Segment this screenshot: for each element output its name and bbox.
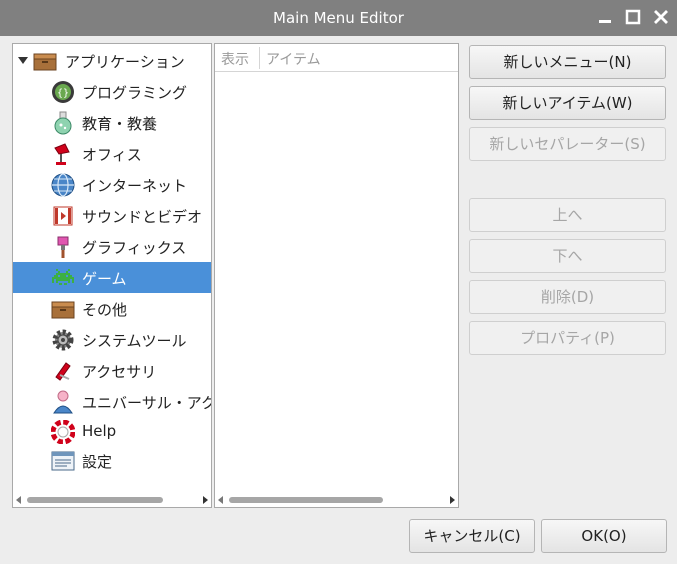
sound-video-icon [53, 206, 73, 226]
tree-item-label: システムツール [82, 332, 187, 350]
column-divider [259, 47, 260, 69]
tree-item-label: その他 [82, 301, 128, 319]
maximize-icon[interactable] [624, 8, 642, 26]
cancel-button[interactable]: キャンセル(C) [409, 519, 535, 553]
tree-item-label: プログラミング [82, 84, 188, 102]
applications-folder-icon [33, 53, 57, 71]
tree-root-applications[interactable]: アプリケーション [13, 45, 211, 76]
scroll-right-icon[interactable] [450, 496, 455, 504]
ok-button[interactable]: OK(O) [541, 519, 667, 553]
tree-root-label: アプリケーション [65, 53, 185, 71]
scrollbar-thumb[interactable] [27, 497, 163, 503]
new-menu-button[interactable]: 新しいメニュー(N) [469, 45, 666, 79]
scroll-left-icon[interactable] [16, 496, 21, 504]
menu-tree[interactable]: アプリケーション {} プログラミング 教育・教養 オフィス インターネット サ… [12, 43, 212, 508]
close-icon[interactable] [652, 8, 670, 26]
delete-button[interactable]: 削除(D) [469, 280, 666, 314]
minimize-icon[interactable] [596, 8, 614, 26]
programming-icon: {} [52, 81, 74, 103]
scrollbar-thumb[interactable] [229, 497, 383, 503]
tree-item-label: Help [82, 422, 117, 440]
new-separator-button[interactable]: 新しいセパレーター(S) [469, 127, 666, 161]
tree-item-programming[interactable]: {} プログラミング [13, 76, 211, 107]
tree-item-label: サウンドとビデオ [82, 208, 203, 226]
system-tools-icon [52, 329, 74, 351]
expander-down-icon[interactable] [18, 57, 28, 64]
settings-icon [51, 451, 75, 471]
tree-item-accessories[interactable]: アクセサリ [13, 355, 211, 386]
tree-item-label: アクセサリ [82, 363, 157, 381]
menu-items-list[interactable]: 表示 アイテム [214, 43, 459, 508]
graphics-icon [57, 236, 69, 258]
games-icon [52, 269, 74, 285]
tree-item-education[interactable]: 教育・教養 [13, 107, 211, 138]
tree-item-label: ゲーム [82, 270, 127, 288]
list-horizontal-scrollbar[interactable] [215, 493, 458, 507]
tree-item-label: 設定 [82, 453, 113, 471]
tree-item-label: インターネット [82, 177, 188, 195]
scroll-right-icon[interactable] [203, 496, 208, 504]
move-up-button[interactable]: 上へ [469, 198, 666, 232]
scroll-left-icon[interactable] [218, 496, 223, 504]
tree-item-office[interactable]: オフィス [13, 138, 211, 169]
tree-item-graphics[interactable]: グラフィックス [13, 231, 211, 262]
properties-button[interactable]: プロパティ(P) [469, 321, 666, 355]
internet-icon [51, 173, 75, 197]
column-item[interactable]: アイテム [266, 49, 321, 69]
tree-item-internet[interactable]: インターネット [13, 169, 211, 200]
tree-item-other[interactable]: その他 [13, 293, 211, 324]
tree-item-label: ユニバーサル・アクセス [82, 394, 211, 412]
move-down-button[interactable]: 下へ [469, 239, 666, 273]
tree-item-help[interactable]: Help [13, 416, 211, 447]
tree-item-label: 教育・教養 [82, 115, 158, 133]
column-show[interactable]: 表示 [221, 49, 249, 69]
tree-item-universal-access[interactable]: ユニバーサル・アクセス [13, 386, 211, 417]
universal-access-icon [53, 390, 73, 414]
title-bar: Main Menu Editor [0, 0, 677, 36]
tree-item-games[interactable]: ゲーム [13, 262, 211, 293]
svg-text:{}: {} [57, 88, 69, 99]
education-icon [54, 111, 72, 135]
tree-item-sound-video[interactable]: サウンドとビデオ [13, 200, 211, 231]
window-title: Main Menu Editor [273, 9, 404, 27]
tree-horizontal-scrollbar[interactable] [13, 493, 211, 507]
tree-item-label: オフィス [82, 146, 142, 164]
tree-item-label: グラフィックス [82, 239, 187, 257]
other-icon [51, 301, 75, 319]
list-column-header: 表示 アイテム [215, 44, 458, 72]
tree-item-system-tools[interactable]: システムツール [13, 324, 211, 355]
help-icon [51, 420, 75, 444]
new-item-button[interactable]: 新しいアイテム(W) [469, 86, 666, 120]
tree-item-settings[interactable]: 設定 [13, 445, 211, 476]
accessories-icon [55, 362, 71, 381]
office-icon [54, 143, 70, 165]
